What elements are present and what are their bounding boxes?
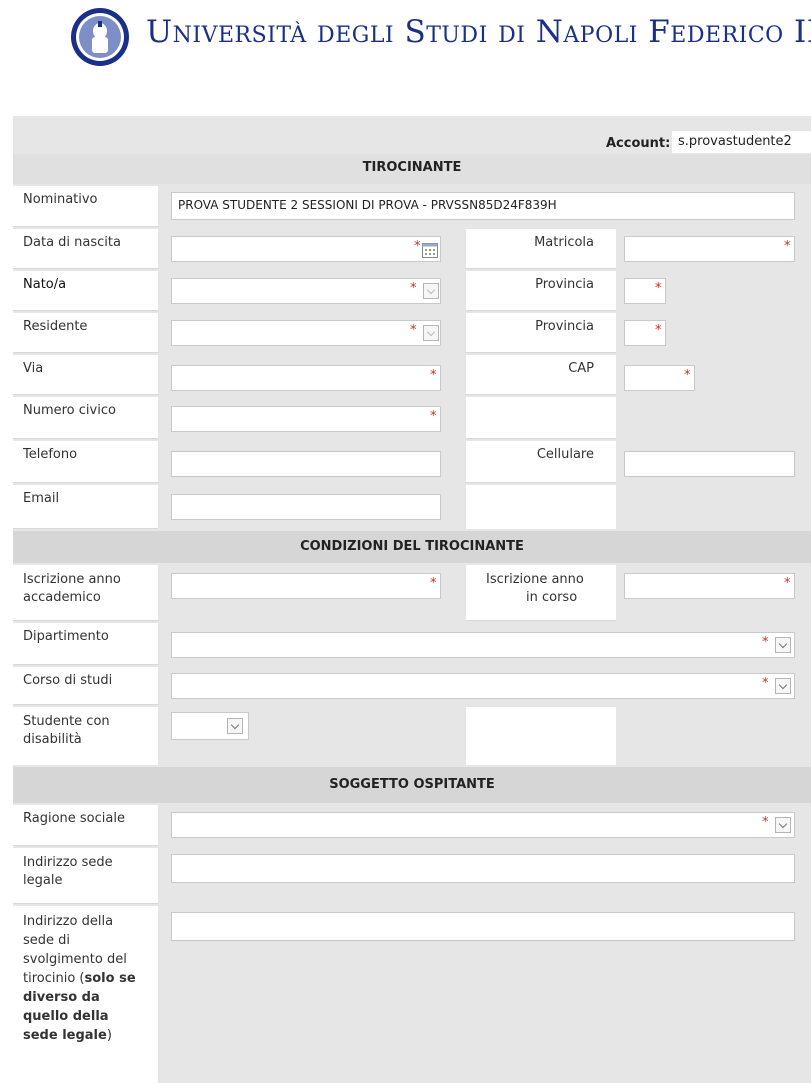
university-seal-icon [71,8,129,66]
indirizzo-legale-field[interactable] [171,854,795,883]
dipartimento-select[interactable]: * [171,632,795,658]
chevron-down-icon[interactable] [423,325,439,341]
required-mark: * [762,635,769,650]
cellulare-label: Cellulare [466,441,616,483]
chevron-down-icon[interactable] [775,637,791,653]
telefono-label: Telefono [13,441,158,483]
disabilita-label: Studente con disabilità [13,707,158,765]
cellulare-field[interactable] [624,451,795,477]
chevron-down-icon[interactable] [775,678,791,694]
required-mark: * [655,281,662,296]
required-mark: * [762,676,769,691]
matricola-label: Matricola [466,229,616,269]
via-label: Via [13,355,158,395]
indirizzo-legale-label: Indirizzo sede legale [13,848,158,904]
required-mark: * [430,409,437,424]
ragione-sociale-select[interactable]: * [171,812,795,838]
label-line: Indirizzo sede [23,855,113,870]
provincia-nascita-label: Provincia [466,271,616,311]
data-nascita-label: Data di nascita [13,229,158,269]
email-field[interactable] [171,494,441,520]
iscrizione-corso-field[interactable]: * [624,573,795,599]
indirizzo-svolgimento-label: Indirizzo della sede di svolgimento del … [13,906,158,1083]
ragione-sociale-label: Ragione sociale [13,805,158,846]
section-condizioni: CONDIZIONI DEL TIROCINANTE [13,531,811,563]
required-mark: * [784,576,791,591]
label-line: Iscrizione anno [486,572,584,587]
label-line: Indirizzo della [23,914,114,929]
section-tirocinante: TIROCINANTE [13,154,811,184]
numero-civico-label: Numero civico [13,397,158,439]
empty-cell [466,397,616,439]
chevron-down-icon[interactable] [423,283,439,299]
numero-civico-field[interactable]: * [171,406,441,432]
cap-field[interactable]: * [624,365,695,391]
iscrizione-corso-label: Iscrizione anno in corso [466,565,616,621]
required-mark: * [762,815,769,830]
section-soggetto: SOGGETTO OSPITANTE [13,767,811,803]
nato-label: Nato/a [13,271,158,311]
email-label: Email [13,485,158,529]
label-line: Studente con [23,714,110,729]
empty-cell [466,707,616,765]
empty-cell [466,485,616,529]
telefono-field[interactable] [171,451,441,477]
label-text: ) [106,1028,112,1043]
account-label: Account: [606,136,671,151]
label-emphasis: sede legale [23,1028,107,1043]
corso-studi-select[interactable]: * [171,673,795,699]
required-mark: * [684,368,691,383]
required-mark: * [410,281,417,296]
nominativo-field[interactable]: PROVA STUDENTE 2 SESSIONI DI PROVA - PRV… [171,192,795,220]
data-nascita-field[interactable]: * [171,236,441,262]
matricola-field[interactable]: * [624,236,795,262]
provincia-residenza-label: Provincia [466,313,616,353]
label-emphasis: diverso da [23,990,100,1005]
required-mark: * [655,323,662,338]
required-mark: * [430,576,437,591]
label-line: disabilità [23,732,82,747]
residente-select[interactable]: * [171,320,441,346]
chevron-down-icon[interactable] [775,817,791,833]
required-mark: * [430,368,437,383]
label-line: tirocinio (solo se [23,969,158,988]
page-header: Università degli Studi di Napoli Federic… [0,0,811,116]
label-line: in corso [526,590,578,605]
disabilita-select[interactable] [171,712,249,740]
required-mark: * [410,323,417,338]
label-emphasis: quello della [23,1009,109,1024]
label-line: sede legale) [23,1026,158,1045]
calendar-icon[interactable] [422,243,438,258]
label-line: sede di [23,933,71,948]
label-line: Iscrizione anno [23,572,121,587]
indirizzo-svolgimento-field[interactable] [171,912,795,941]
provincia-residenza-field[interactable]: * [624,320,666,346]
required-mark: * [414,239,421,254]
nato-select[interactable]: * [171,278,441,304]
label-text: tirocinio ( [23,971,85,986]
corso-studi-label: Corso di studi [13,667,158,705]
iscrizione-accademico-field[interactable]: * [171,573,441,599]
required-mark: * [784,239,791,254]
label-line: legale [23,873,63,888]
label-line: svolgimento del [23,952,127,967]
via-field[interactable]: * [171,365,441,391]
cap-label: CAP [466,355,616,395]
nominativo-label: Nominativo [13,186,158,227]
dipartimento-label: Dipartimento [13,623,158,665]
label-line: accademico [23,590,101,605]
chevron-down-icon[interactable] [227,718,243,734]
university-name: Università degli Studi di Napoli Federic… [146,14,811,50]
label-emphasis: solo se [84,971,136,986]
iscrizione-accademico-label: Iscrizione anno accademico [13,565,158,621]
residente-label: Residente [13,313,158,353]
account-value: s.provastudente2 [672,131,811,153]
provincia-nascita-field[interactable]: * [624,278,666,304]
